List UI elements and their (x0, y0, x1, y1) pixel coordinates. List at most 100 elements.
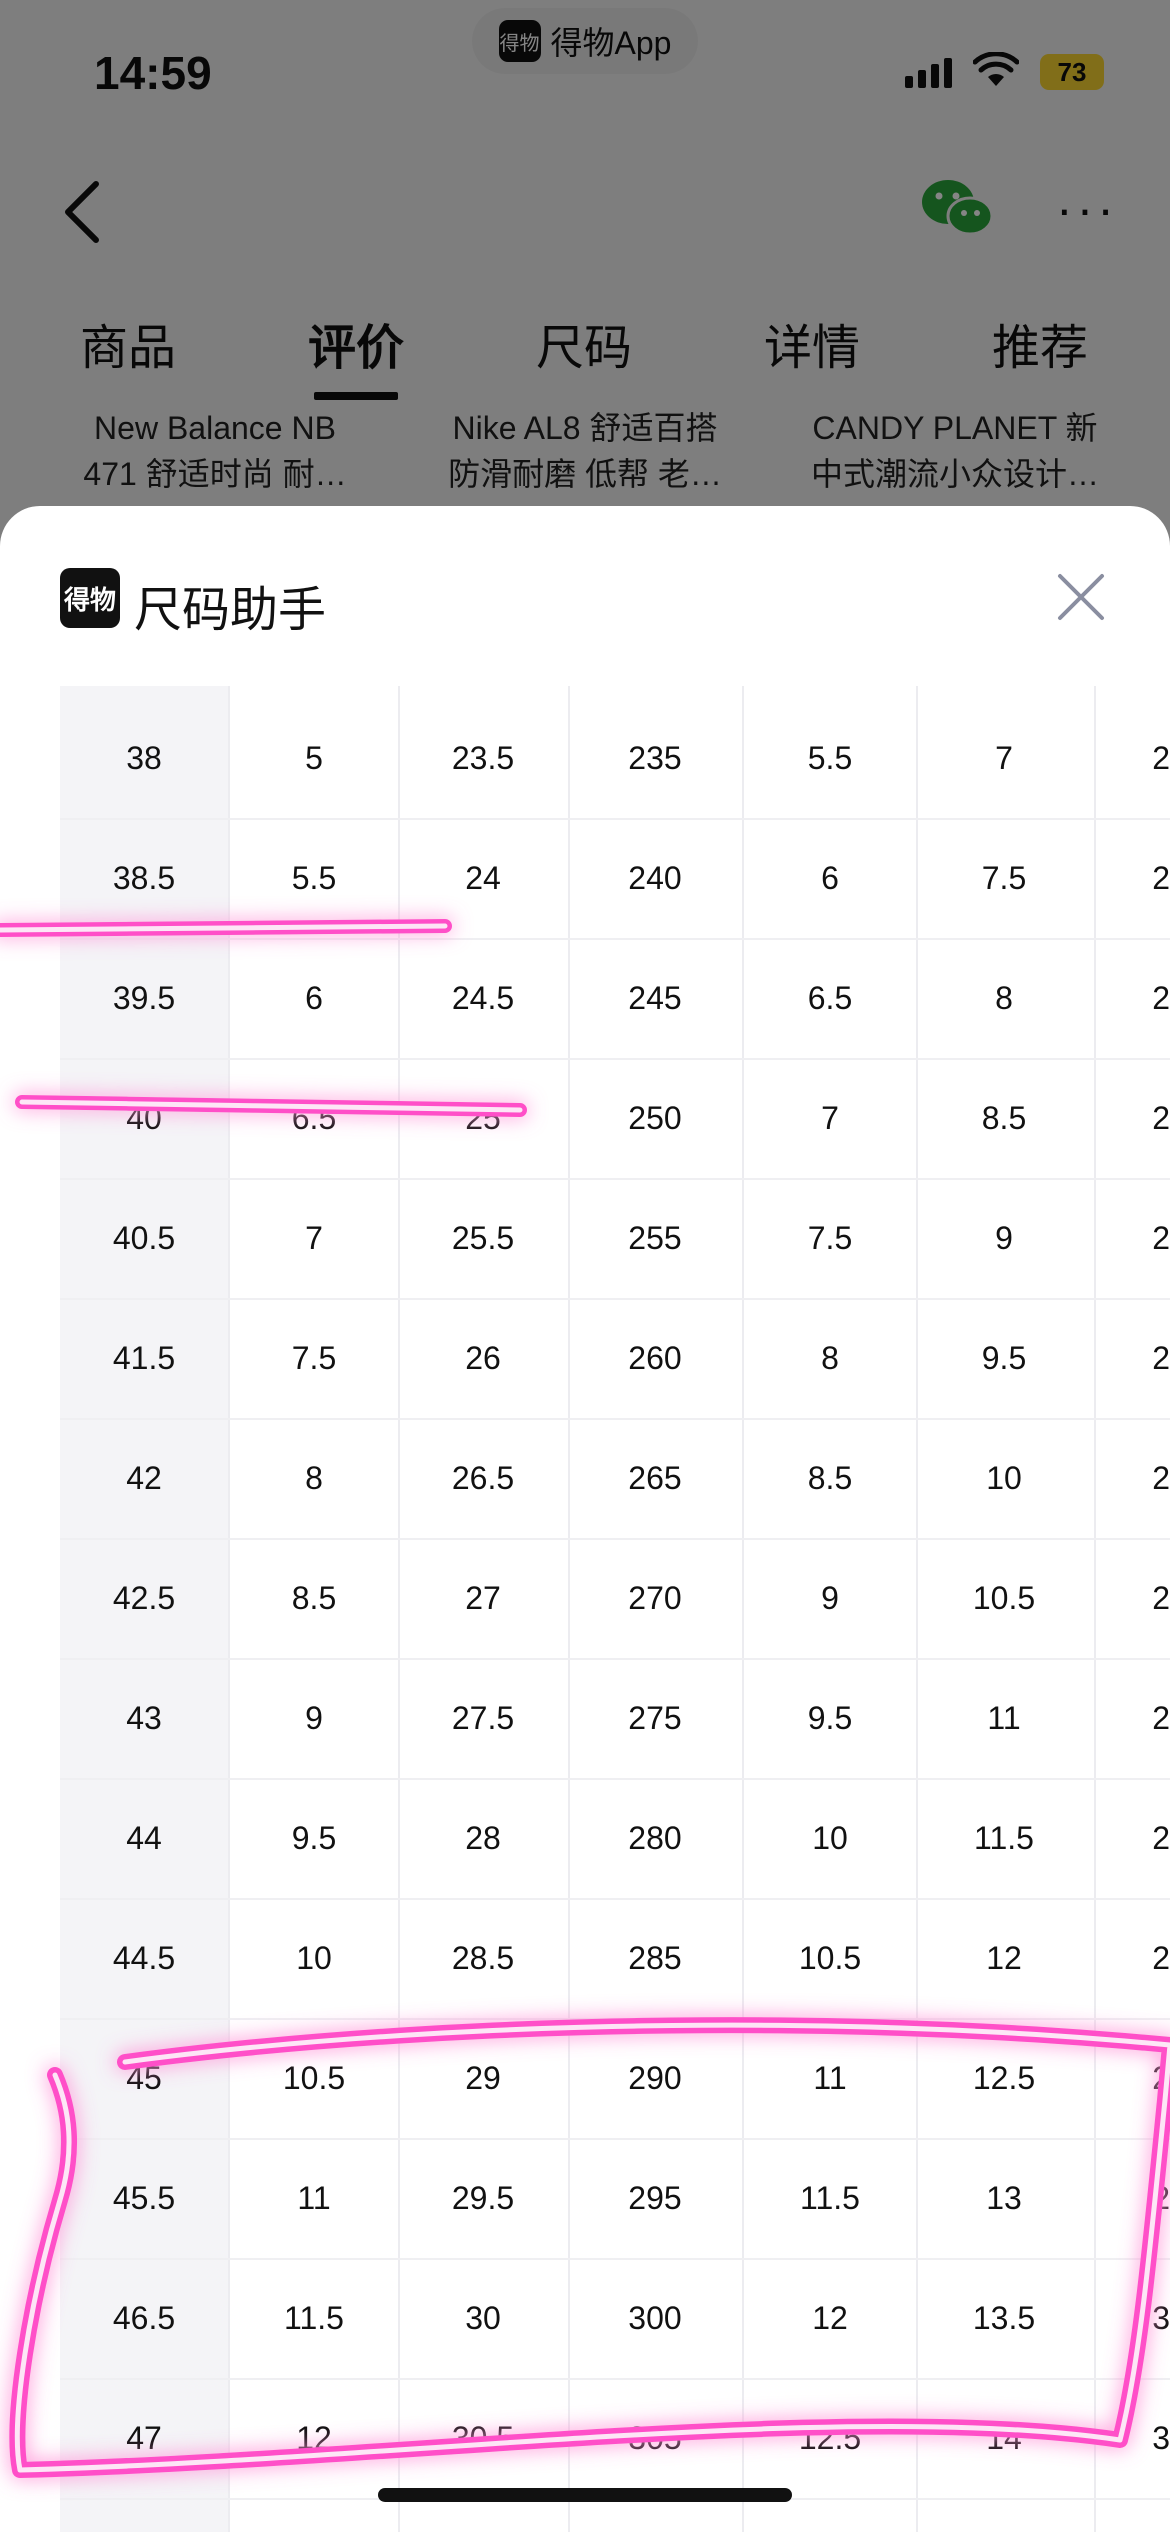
table-cell: 12 (296, 2420, 332, 2456)
table-cell: 6 (305, 980, 323, 1016)
table-cell: 11 (987, 1700, 1021, 1736)
table-cell: 38 (126, 740, 162, 776)
table-row: 41.5 7.5 26 260 8 9.5 26 (60, 1298, 1170, 1420)
table-cell: 25 (465, 1100, 501, 1136)
table-cell: 7 (305, 1220, 323, 1256)
table-cell: 11.5 (800, 2180, 860, 2216)
home-indicator[interactable] (378, 2488, 792, 2502)
table-cell: 29 (1152, 2060, 1170, 2096)
table-cell: 5.5 (291, 860, 337, 896)
table-row: 44 9.5 28 280 10 11.5 28 (60, 1778, 1170, 1900)
table-cell: 30.5 (451, 2420, 515, 2456)
table-cell: 29.5 (451, 2180, 515, 2216)
table-cell: 26 (465, 1340, 501, 1376)
table-cell: 26 (1152, 1340, 1170, 1376)
table-cell: 40.5 (112, 1220, 176, 1256)
table-cell: 28.5 (451, 1940, 515, 1976)
table-cell: 42 (126, 1460, 162, 1496)
table-cell: 9.5 (291, 1820, 337, 1856)
table-cell: 250 (628, 1100, 682, 1136)
table-cell: 29 (465, 2060, 501, 2096)
table-cell: 280 (628, 1820, 682, 1856)
table-cell: 290 (628, 2060, 682, 2096)
table-cell: 27 (465, 1580, 501, 1616)
table-cell: 6.5 (291, 1100, 337, 1136)
table-cell: 6.5 (807, 980, 853, 1016)
table-cell: 240 (628, 860, 682, 896)
table-row: 43 9 27.5 275 9.5 11 27 (60, 1658, 1170, 1780)
table-cell: 9.5 (981, 1340, 1027, 1376)
table-cell: 10.5 (282, 2060, 346, 2096)
table-cell: 29 (1152, 2180, 1170, 2216)
table-cell: 11.5 (284, 2300, 344, 2336)
table-cell: 5 (305, 740, 323, 776)
table-cell: 25 (1152, 1100, 1170, 1136)
table-row: 45.5 11 29.5 295 11.5 13 29 (60, 2138, 1170, 2260)
table-cell: 10.5 (972, 1580, 1036, 1616)
table-cell: 14 (986, 2420, 1022, 2456)
table-cell: 28 (1152, 1820, 1170, 1856)
table-cell: 26.5 (451, 1460, 515, 1496)
table-cell: 25 (1152, 1220, 1170, 1256)
table-cell: 8 (995, 980, 1013, 1016)
table-cell: 45 (126, 2060, 162, 2096)
table-cell: 13.5 (972, 2300, 1036, 2336)
table-row: 38.5 5.5 24 240 6 7.5 24 (60, 818, 1170, 940)
size-assistant-sheet: 得物 尺码助手 38 5 23.5 235 5.5 7 23 38.5 5.5 24 240 6 7.5… (0, 506, 1170, 2532)
table-cell: 13 (986, 2180, 1022, 2216)
table-row: 39.5 6 24.5 245 6.5 8 24 (60, 938, 1170, 1060)
table-cell: 42.5 (112, 1580, 176, 1616)
table-cell: 27 (1152, 1700, 1170, 1736)
table-cell: 38.5 (112, 860, 176, 896)
table-row: 46.5 11.5 30 300 12 13.5 30 (60, 2258, 1170, 2380)
dewu-logo-icon: 得物 (60, 568, 120, 628)
table-cell: 8.5 (981, 1100, 1027, 1136)
table-cell: 270 (628, 1580, 682, 1616)
table-cell: 40 (126, 1100, 162, 1136)
table-cell: 27 (1152, 1580, 1170, 1616)
sheet-header: 得物 尺码助手 (0, 506, 1170, 682)
sheet-title: 尺码助手 (134, 584, 327, 637)
table-cell: 11 (813, 2060, 847, 2096)
table-cell: 12 (986, 1940, 1022, 1976)
table-cell: 24 (1152, 860, 1170, 896)
table-cell: 47 (126, 2420, 162, 2456)
close-icon[interactable] (1054, 570, 1108, 624)
table-cell: 41.5 (112, 1340, 176, 1376)
table-cell: 7 (995, 740, 1013, 776)
table-cell: 44.5 (112, 1940, 176, 1976)
table-cell: 7.5 (291, 1340, 337, 1376)
table-cell: 300 (628, 2300, 682, 2336)
table-cell: 39.5 (112, 980, 176, 1016)
table-cell: 11 (297, 2180, 331, 2216)
table-cell: 24 (1152, 980, 1170, 1016)
table-cell: 45.5 (112, 2180, 176, 2216)
table-cell: 235 (628, 740, 682, 776)
table-cell: 10 (812, 1820, 848, 1856)
table-cell: 43 (126, 1700, 162, 1736)
table-cell: 285 (628, 1940, 682, 1976)
table-cell: 7.5 (807, 1220, 853, 1256)
table-cell: 30 (1152, 2300, 1170, 2336)
table-cell: 44 (126, 1820, 162, 1856)
table-cell: 30 (465, 2300, 501, 2336)
table-row: 42 8 26.5 265 8.5 10 26 (60, 1418, 1170, 1540)
table-cell: 8.5 (291, 1580, 337, 1616)
table-cell: 255 (628, 1220, 682, 1256)
table-cell: 10 (986, 1460, 1022, 1496)
table-row: 40 6.5 25 250 7 8.5 25 (60, 1058, 1170, 1180)
table-cell: 10.5 (798, 1940, 862, 1976)
table-cell: 46.5 (112, 2300, 176, 2336)
table-cell: 260 (628, 1340, 682, 1376)
table-row: 45 10.5 29 290 11 12.5 29 (60, 2018, 1170, 2140)
table-cell: 12.5 (798, 2420, 862, 2456)
size-conversion-table[interactable]: 38 5 23.5 235 5.5 7 23 38.5 5.5 24 240 6 7.5 24 39.5 6 2… (60, 686, 1170, 2532)
table-cell: 6 (821, 860, 839, 896)
table-cell: 30 (1152, 2420, 1170, 2456)
table-cell: 28 (465, 1820, 501, 1856)
table-cell: 9 (821, 1580, 839, 1616)
table-cell: 23.5 (451, 740, 515, 776)
table-cell: 275 (628, 1700, 682, 1736)
table-cell: 8 (821, 1340, 839, 1376)
table-cell: 8.5 (807, 1460, 853, 1496)
